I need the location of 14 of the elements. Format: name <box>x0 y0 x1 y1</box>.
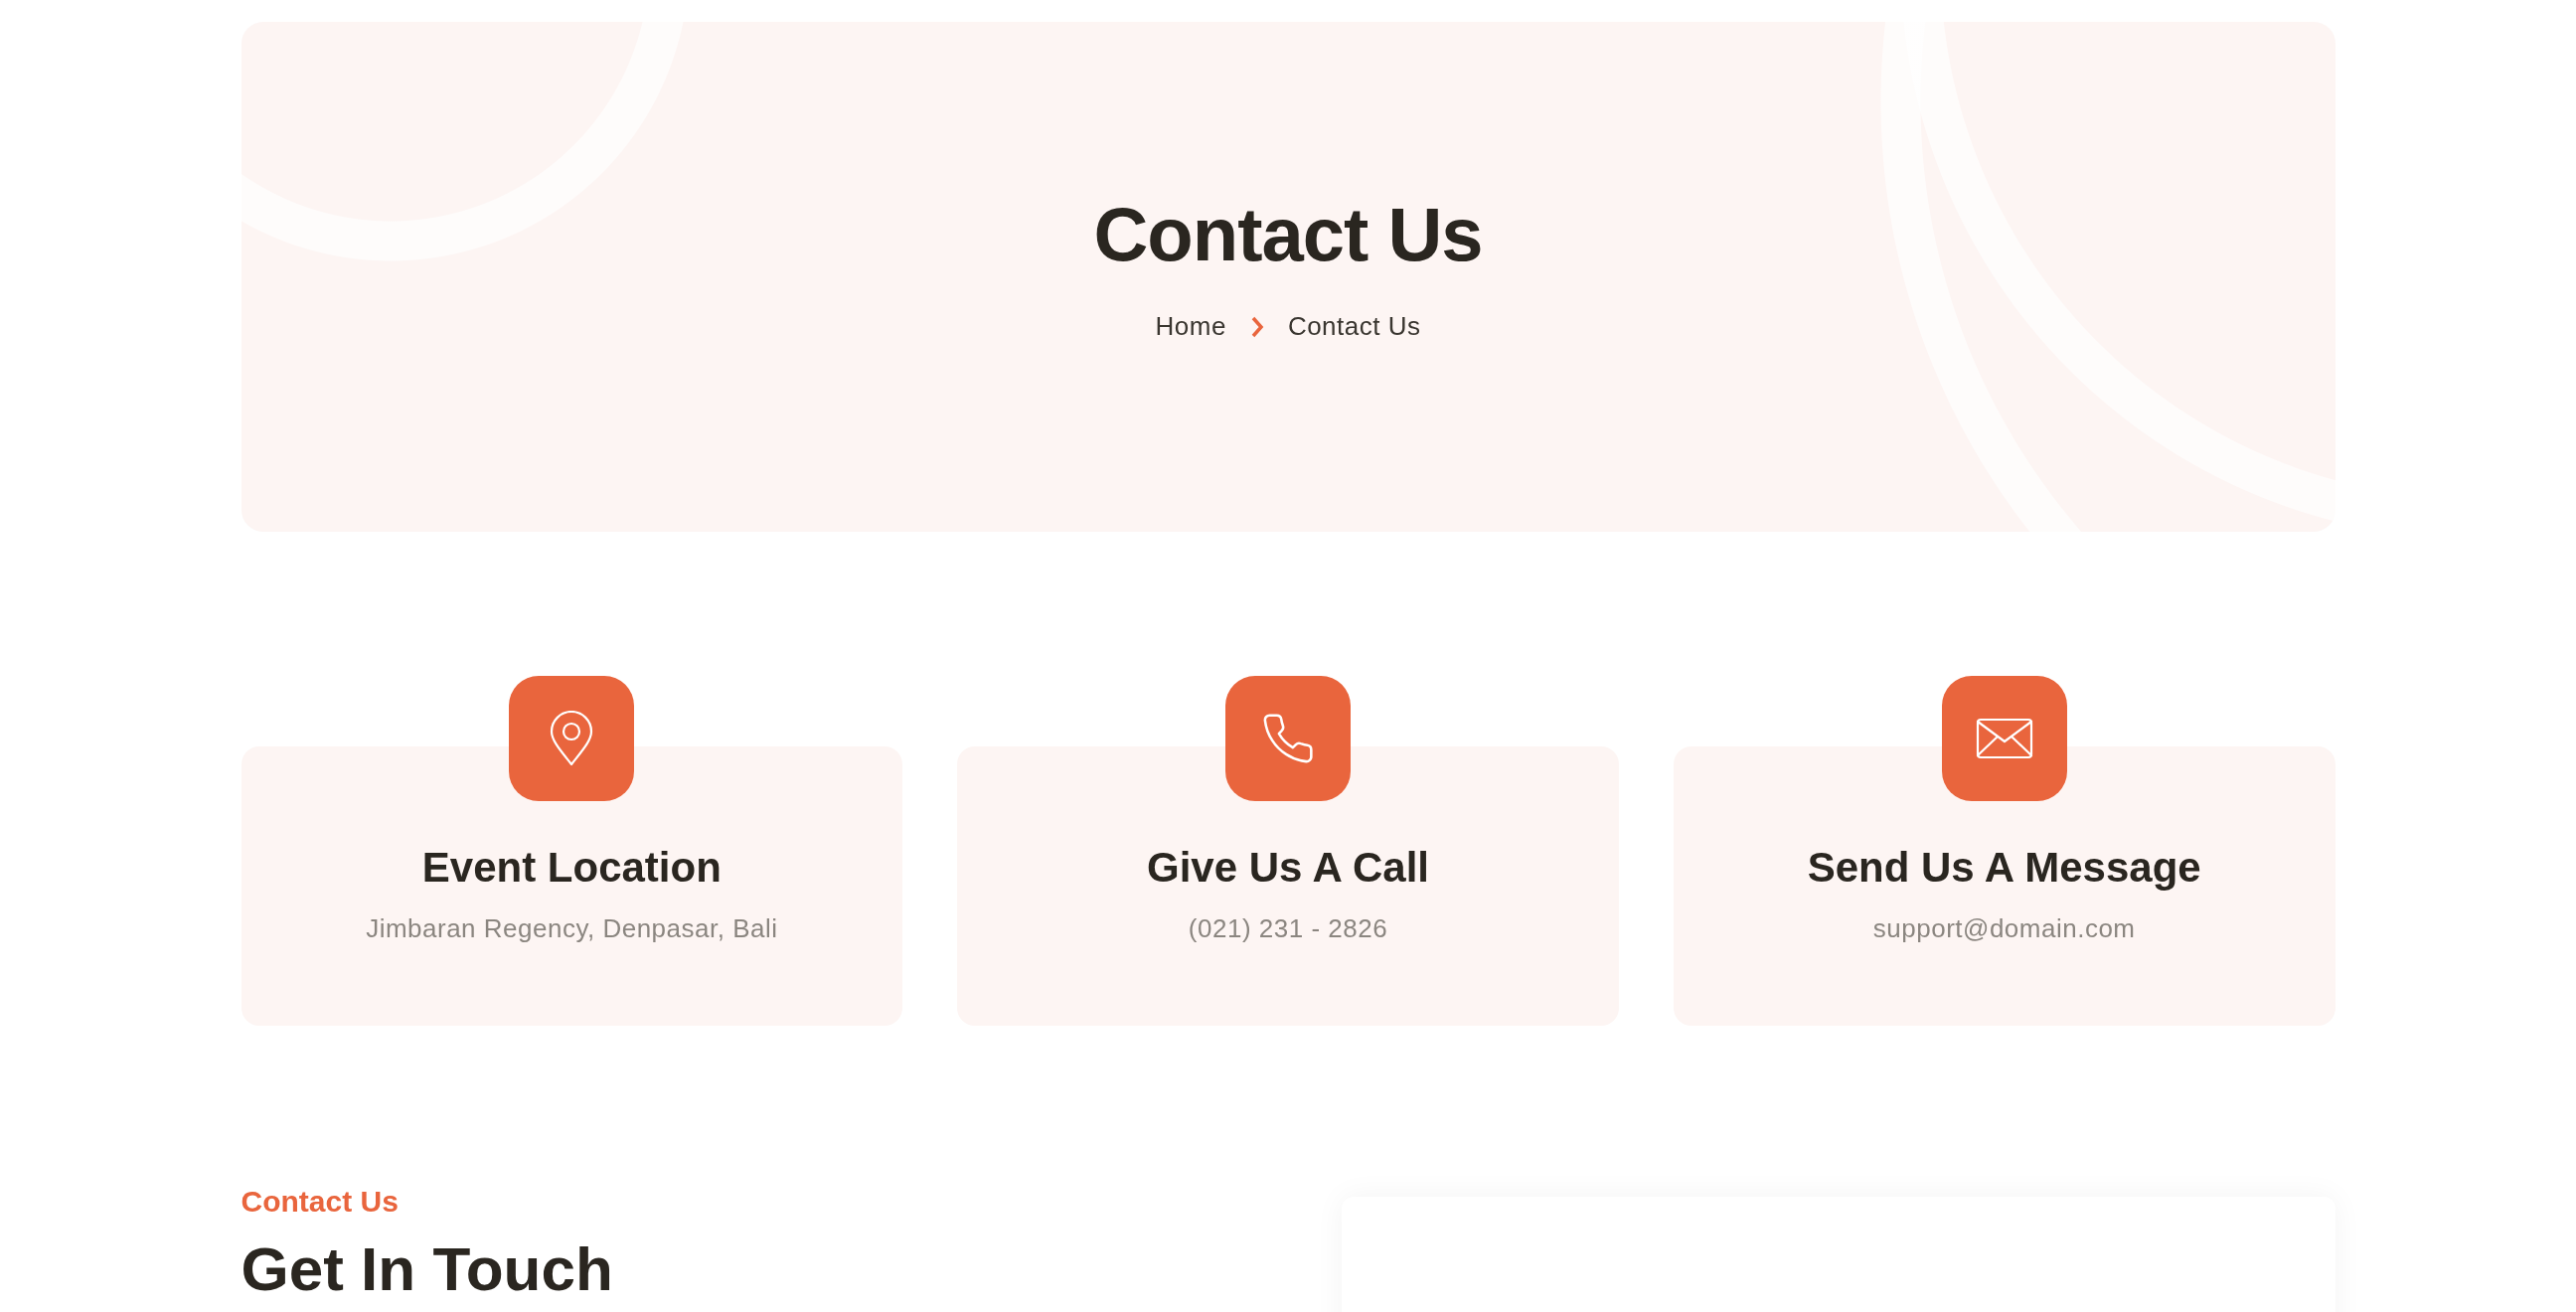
chevron-right-icon <box>1249 315 1264 338</box>
location-pin-icon <box>549 711 595 766</box>
card-text: (021) 231 - 2826 <box>1188 913 1388 944</box>
card-title: Event Location <box>421 844 722 892</box>
breadcrumb-link[interactable]: Contact Us <box>1287 311 1421 342</box>
breadcrumb-link[interactable]: Home <box>1155 311 1226 342</box>
card-text: Jimbaran Regency, Denpasar, Bali <box>366 913 778 944</box>
section-heading: Get In Touch <box>241 1238 614 1300</box>
card-title: Give Us A Call <box>1147 844 1429 892</box>
card-text: support@domain.com <box>1872 913 2136 944</box>
card-title: Send Us A Message <box>1807 844 2201 892</box>
page-title: Contact Us <box>1093 191 1483 277</box>
section-label: Contact Us <box>241 1185 400 1219</box>
envelope-icon <box>1975 718 2033 759</box>
